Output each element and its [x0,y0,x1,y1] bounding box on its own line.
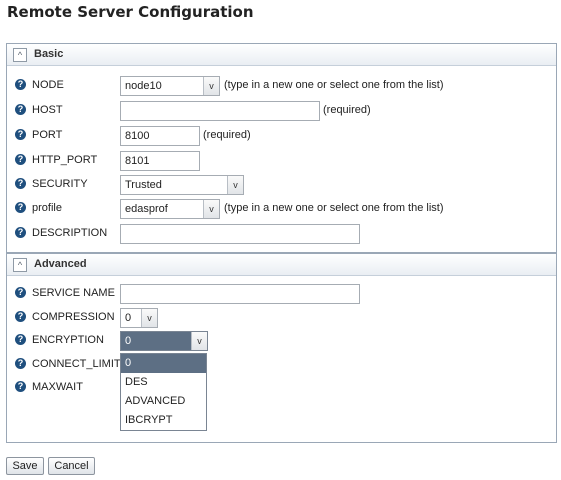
collapse-icon[interactable]: ^ [13,258,27,272]
chevron-down-icon[interactable]: v [191,332,207,350]
encryption-select[interactable]: 0 v [120,331,208,351]
help-icon[interactable]: ? [15,287,26,298]
basic-panel-title: Basic [34,48,64,60]
http-port-label: HTTP_PORT [32,154,98,166]
service-name-label: SERVICE NAME [32,287,115,299]
compression-label: COMPRESSION [32,311,115,323]
advanced-panel-header[interactable]: ^ Advanced [7,254,556,276]
encryption-label: ENCRYPTION [32,334,104,346]
encryption-dropdown-list: 0 DES ADVANCED IBCRYPT [120,353,207,431]
help-icon[interactable]: ? [15,154,26,165]
chevron-down-icon[interactable]: v [203,200,219,218]
node-label: NODE [32,79,64,91]
advanced-panel: ^ Advanced ? SERVICE NAME ? COMPRESSION … [6,253,557,443]
basic-panel-header[interactable]: ^ Basic [7,44,556,66]
node-hint: (type in a new one or select one from th… [224,79,444,91]
connect-limit-label: CONNECT_LIMIT [32,358,121,370]
profile-hint: (type in a new one or select one from th… [224,202,444,214]
help-icon[interactable]: ? [15,202,26,213]
basic-panel: ^ Basic ? NODE node10 v (type in a new o… [6,43,557,253]
help-icon[interactable]: ? [15,129,26,140]
page-title: Remote Server Configuration [7,3,254,21]
port-label: PORT [32,129,63,141]
advanced-panel-title: Advanced [34,258,87,270]
cancel-button[interactable]: Cancel [48,457,95,475]
help-icon[interactable]: ? [15,178,26,189]
service-name-input[interactable] [120,284,360,304]
profile-label: profile [32,202,62,214]
profile-select[interactable]: edasprof v [120,199,220,219]
host-label: HOST [32,104,63,116]
collapse-icon[interactable]: ^ [13,48,27,62]
help-icon[interactable]: ? [15,227,26,238]
save-button[interactable]: Save [6,457,44,475]
help-icon[interactable]: ? [15,79,26,90]
help-icon[interactable]: ? [15,358,26,369]
compression-select[interactable]: 0 v [120,308,158,328]
help-icon[interactable]: ? [15,311,26,322]
node-value: node10 [125,80,162,92]
dropdown-option[interactable]: 0 [121,354,206,373]
http-port-input[interactable]: 8101 [120,151,200,171]
compression-value: 0 [125,312,132,324]
description-input[interactable] [120,224,360,244]
chevron-down-icon[interactable]: v [203,77,219,95]
help-icon[interactable]: ? [15,334,26,345]
security-label: SECURITY [32,178,88,190]
maxwait-label: MAXWAIT [32,381,83,393]
node-select[interactable]: node10 v [120,76,220,96]
profile-value: edasprof [125,203,168,215]
help-icon[interactable]: ? [15,104,26,115]
chevron-down-icon[interactable]: v [227,176,243,194]
encryption-value: 0 [125,335,132,347]
host-hint: (required) [323,104,371,116]
security-select[interactable]: Trusted v [120,175,244,195]
dropdown-option[interactable]: IBCRYPT [121,411,206,430]
chevron-down-icon[interactable]: v [141,309,157,327]
dropdown-option[interactable]: DES [121,373,206,392]
description-label: DESCRIPTION [32,227,108,239]
help-icon[interactable]: ? [15,381,26,392]
port-input[interactable]: 8100 [120,126,200,146]
security-value: Trusted [125,179,162,191]
dropdown-option[interactable]: ADVANCED [121,392,206,411]
port-hint: (required) [203,129,251,141]
host-input[interactable] [120,101,320,121]
